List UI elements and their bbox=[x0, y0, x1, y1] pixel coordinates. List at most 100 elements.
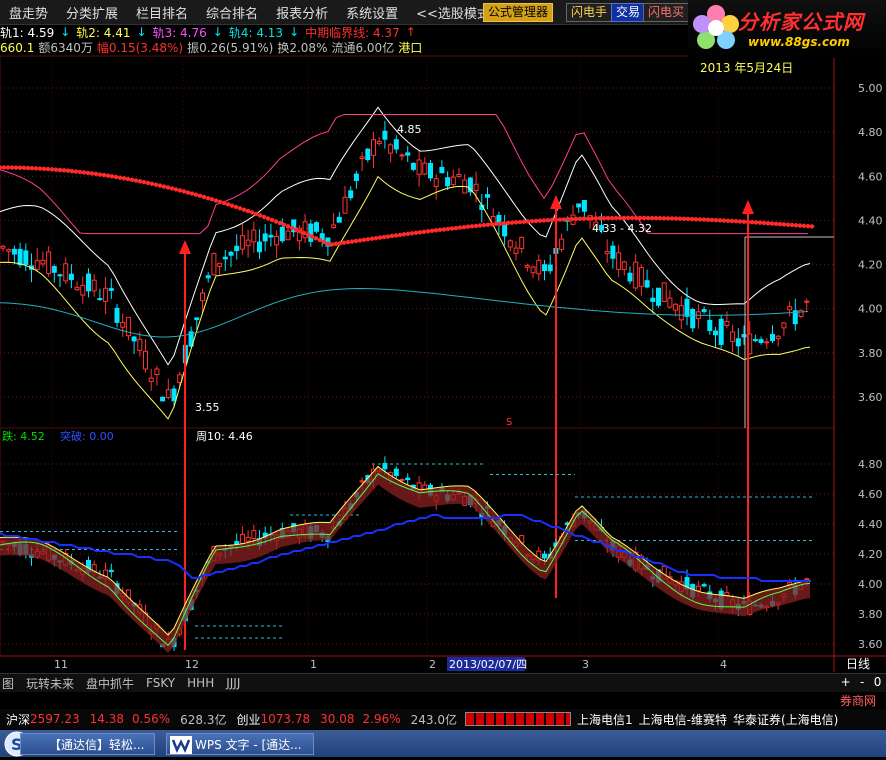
lower-axis-tick: 4.00 bbox=[858, 578, 883, 591]
menu-overall-rank[interactable]: 综合排名 bbox=[197, 3, 267, 22]
upper-candle bbox=[86, 273, 91, 292]
indicator-tabs: 图 玩转未来 盘中抓牛 FSKY HHH JJJJ bbox=[0, 673, 886, 692]
tab-future[interactable]: 玩转未来 bbox=[24, 675, 76, 692]
mid-line-dot bbox=[453, 225, 459, 231]
mid-line-dot bbox=[781, 222, 787, 227]
upper-candle bbox=[211, 253, 217, 276]
tab-hhh[interactable]: HHH bbox=[185, 676, 216, 690]
upper-candle bbox=[433, 178, 439, 188]
change-value: 幅0.15(3.48%) bbox=[96, 41, 184, 55]
menu-category[interactable]: 分类扩展 bbox=[57, 3, 127, 22]
mid-line-dot bbox=[593, 216, 599, 221]
flash-hand-button[interactable]: 闪电手 bbox=[566, 3, 613, 22]
upper-candle bbox=[74, 286, 80, 291]
tab-jjjj[interactable]: JJJJ bbox=[224, 676, 242, 690]
upper-candle bbox=[0, 245, 6, 249]
mid-line-dot bbox=[41, 166, 47, 172]
upper-candle bbox=[57, 274, 63, 277]
task-wps[interactable]: WPS 文字 - [通达... bbox=[166, 733, 314, 755]
task-tdx[interactable]: 【通达信】轻松... bbox=[20, 733, 155, 755]
lower-candle bbox=[405, 477, 411, 481]
mid-line-dot bbox=[157, 183, 163, 188]
upper-candle bbox=[222, 256, 228, 260]
cy-amount: 243.0亿 bbox=[410, 712, 457, 727]
upper-candle bbox=[371, 139, 376, 156]
trade-button[interactable]: 交易 bbox=[611, 3, 646, 22]
mid-line-dot bbox=[501, 221, 507, 226]
menu-intraday[interactable]: 盘走势 bbox=[0, 3, 57, 22]
mid-line-dot bbox=[321, 239, 327, 245]
tab-fsky[interactable]: FSKY bbox=[144, 676, 177, 690]
mid-line-dot bbox=[549, 217, 555, 223]
time-axis-tick: 12 bbox=[185, 658, 199, 671]
mid-line-dot bbox=[485, 222, 491, 227]
upper-candle bbox=[456, 173, 462, 177]
zoom-reset-button[interactable]: 0 bbox=[874, 675, 882, 690]
upper-candle bbox=[331, 224, 337, 229]
lower-candle bbox=[108, 569, 114, 573]
upper-candle bbox=[661, 282, 667, 302]
wps-icon bbox=[170, 736, 192, 754]
upper-candle bbox=[308, 223, 314, 242]
up-arrow-icon: ↑ bbox=[405, 25, 416, 39]
lower-axis-tick: 4.20 bbox=[858, 548, 883, 561]
down-arrow-icon: ↓ bbox=[212, 25, 223, 39]
lower-candle bbox=[695, 585, 701, 592]
menu-column-rank[interactable]: 栏目排名 bbox=[127, 3, 197, 22]
mid-line-dot bbox=[109, 174, 115, 179]
lower-axis-tick: 4.60 bbox=[858, 488, 883, 501]
upper-candle bbox=[17, 248, 23, 266]
zoom-out-button[interactable]: - bbox=[860, 675, 864, 690]
mid-line-dot bbox=[449, 226, 455, 231]
mid-line-dot bbox=[89, 171, 95, 176]
mid-line-dot bbox=[221, 200, 227, 206]
upper-candle bbox=[559, 238, 565, 250]
mid-line-dot bbox=[445, 226, 451, 232]
mid-line-dot bbox=[253, 211, 259, 217]
mid-line-dot bbox=[341, 240, 347, 245]
mid-line-dot bbox=[497, 221, 503, 226]
mid-line-dot bbox=[465, 224, 471, 229]
flash-buy-button[interactable]: 闪电买 bbox=[643, 3, 690, 22]
menu-settings[interactable]: 系统设置 bbox=[337, 3, 407, 22]
broker-link[interactable]: 券商网 bbox=[840, 692, 876, 709]
mid-line-dot bbox=[613, 215, 619, 221]
fall-label: 跌: 4.52 bbox=[2, 429, 45, 443]
mid-line-dot bbox=[25, 165, 31, 171]
mid-line-dot bbox=[761, 220, 767, 226]
upper-candle bbox=[131, 336, 137, 342]
zoom-in-button[interactable]: + bbox=[841, 675, 851, 690]
mid-line-dot bbox=[301, 230, 307, 236]
mid-line-dot bbox=[681, 216, 687, 222]
mid-line-dot bbox=[537, 218, 543, 223]
menu-report[interactable]: 报表分析 bbox=[267, 3, 337, 22]
chart-canvas[interactable]: 5.00 4.80 4.60 4.40 4.20 4.00 3.80 3.60 4.80 4.60… bbox=[0, 0, 886, 757]
lower-candle bbox=[804, 578, 810, 581]
upper-candle bbox=[393, 139, 399, 150]
upper-axis-tick: 3.60 bbox=[858, 391, 883, 404]
mid-line-dot bbox=[413, 230, 419, 236]
cy-label: 创业 bbox=[236, 712, 261, 727]
upper-candle bbox=[11, 248, 17, 255]
sh-change: 14.38 bbox=[89, 712, 124, 726]
sh-label: 沪深 bbox=[6, 712, 31, 727]
formula-manager-button[interactable]: 公式管理器 bbox=[483, 3, 554, 22]
mid-line-dot bbox=[393, 233, 399, 238]
mid-line-dot bbox=[469, 224, 475, 229]
mid-line-dot bbox=[545, 218, 551, 223]
mid-line-dot bbox=[673, 216, 679, 221]
mid-line-dot bbox=[609, 215, 615, 221]
mid-line-dot bbox=[677, 216, 683, 221]
mid-line-dot bbox=[785, 222, 791, 227]
upper-candle bbox=[667, 297, 673, 308]
tab-bull[interactable]: 盘中抓牛 bbox=[84, 675, 136, 692]
upper-candle bbox=[103, 287, 109, 302]
upper-candle bbox=[764, 341, 770, 344]
mid-line-dot bbox=[317, 237, 323, 243]
tab-chart[interactable]: 图 bbox=[0, 675, 16, 692]
mid-line-dot bbox=[697, 217, 703, 222]
mid-line-dot bbox=[529, 218, 535, 224]
track3-value: 轨3: 4.76 bbox=[152, 25, 207, 40]
signal-label: S bbox=[506, 417, 512, 428]
mid-line-dot bbox=[601, 215, 607, 221]
